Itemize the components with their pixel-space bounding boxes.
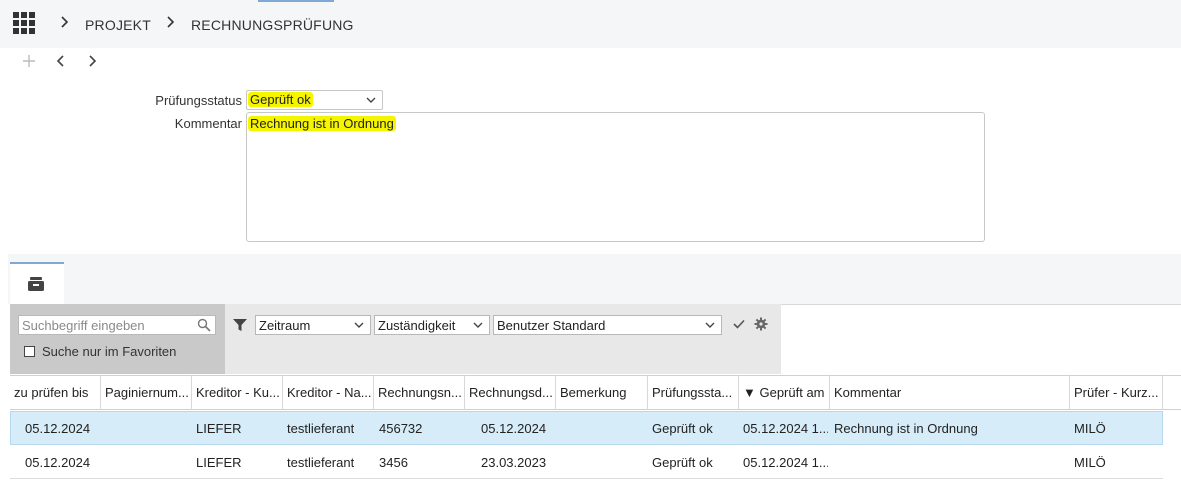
apps-grid-icon[interactable] xyxy=(13,12,35,34)
cell: LIEFER xyxy=(196,455,242,470)
col-rechnungsnummer[interactable]: Rechnungsn... xyxy=(374,375,465,410)
chevron-down-icon xyxy=(366,97,376,103)
cell: 05.12.2024 xyxy=(25,455,91,470)
breadcrumb-projekt[interactable]: PROJEKT xyxy=(85,17,151,33)
comment-value: Rechnung ist in Ordnung xyxy=(248,116,396,131)
cell: LIEFER xyxy=(196,421,242,436)
cell: Rechnung ist in Ordnung xyxy=(834,421,978,436)
search-input[interactable] xyxy=(18,315,216,335)
back-icon[interactable] xyxy=(56,52,66,73)
view-select[interactable]: Benutzer Standard xyxy=(493,315,722,335)
zeitraum-value: Zeitraum xyxy=(259,318,311,333)
chevron-down-icon xyxy=(705,322,715,328)
breadcrumb-rechnungspruefung[interactable]: RECHNUNGSPRÜFUNG xyxy=(191,17,354,33)
cell: Geprüft ok xyxy=(652,421,713,436)
chevron-right-icon xyxy=(166,15,176,33)
archive-icon xyxy=(28,277,44,291)
table-row[interactable] xyxy=(10,411,1163,445)
cell: testlieferant xyxy=(287,421,355,436)
cell: testlieferant xyxy=(287,455,355,470)
status-label: Prüfungsstatus xyxy=(155,93,242,108)
chevron-down-icon xyxy=(354,322,364,328)
cell: 456732 xyxy=(379,421,423,436)
forward-icon[interactable] xyxy=(88,52,98,73)
col-geprueft-am[interactable]: ▼ Geprüft am xyxy=(739,375,830,410)
tab-strip xyxy=(8,254,1181,304)
chevron-right-icon xyxy=(60,15,70,33)
cell: 05.12.2024 xyxy=(25,421,91,436)
check-icon[interactable] xyxy=(732,317,746,331)
top-bar xyxy=(0,0,1181,48)
comment-textarea[interactable]: Rechnung ist in Ordnung xyxy=(246,112,985,242)
col-pruefungsstatus[interactable]: Prüfungssta... xyxy=(648,375,739,410)
tab-archive[interactable] xyxy=(10,262,64,304)
favorites-checkbox[interactable] xyxy=(24,346,35,357)
col-zu-pruefen-bis[interactable]: zu prüfen bis xyxy=(10,375,101,410)
search-icon[interactable] xyxy=(197,318,211,332)
col-kreditor-kurz[interactable]: Kreditor - Ku... xyxy=(192,375,283,410)
table-row[interactable] xyxy=(10,445,1163,479)
cell: 3456 xyxy=(379,455,408,470)
comment-label: Kommentar xyxy=(174,116,242,131)
view-value: Benutzer Standard xyxy=(497,318,606,333)
col-kommentar[interactable]: Kommentar xyxy=(830,375,1070,410)
cell: MILÖ xyxy=(1074,421,1106,436)
zustaendigkeit-select[interactable]: Zuständigkeit xyxy=(374,315,490,335)
cell: 05.12.2024 1... xyxy=(743,455,828,470)
cell: MILÖ xyxy=(1074,455,1106,470)
gear-icon[interactable] xyxy=(754,317,768,331)
col-paginiernummer[interactable]: Paginiernum... xyxy=(101,375,192,410)
cell: 23.03.2023 xyxy=(481,455,547,470)
col-kreditor-name[interactable]: Kreditor - Na... xyxy=(283,375,374,410)
col-pruefer-kurz[interactable]: Prüfer - Kurz... xyxy=(1070,375,1163,410)
cell: 05.12.2024 xyxy=(481,421,547,436)
filter-bar-blank xyxy=(781,304,1181,374)
funnel-icon[interactable] xyxy=(233,318,247,332)
zeitraum-select[interactable]: Zeitraum xyxy=(255,315,371,335)
status-select[interactable]: Geprüft ok xyxy=(246,90,383,110)
col-rechnungsdatum[interactable]: Rechnungsd... xyxy=(465,375,556,410)
plus-icon[interactable] xyxy=(22,52,36,73)
zustaendigkeit-value: Zuständigkeit xyxy=(378,318,456,333)
cell: Geprüft ok xyxy=(652,455,713,470)
chevron-down-icon xyxy=(473,322,483,328)
top-accent-line xyxy=(258,0,334,2)
status-value: Geprüft ok xyxy=(248,92,313,107)
favorites-label: Suche nur im Favoriten xyxy=(42,344,177,359)
cell: 05.12.2024 1... xyxy=(743,421,828,436)
col-bemerkung[interactable]: Bemerkung xyxy=(556,375,648,410)
